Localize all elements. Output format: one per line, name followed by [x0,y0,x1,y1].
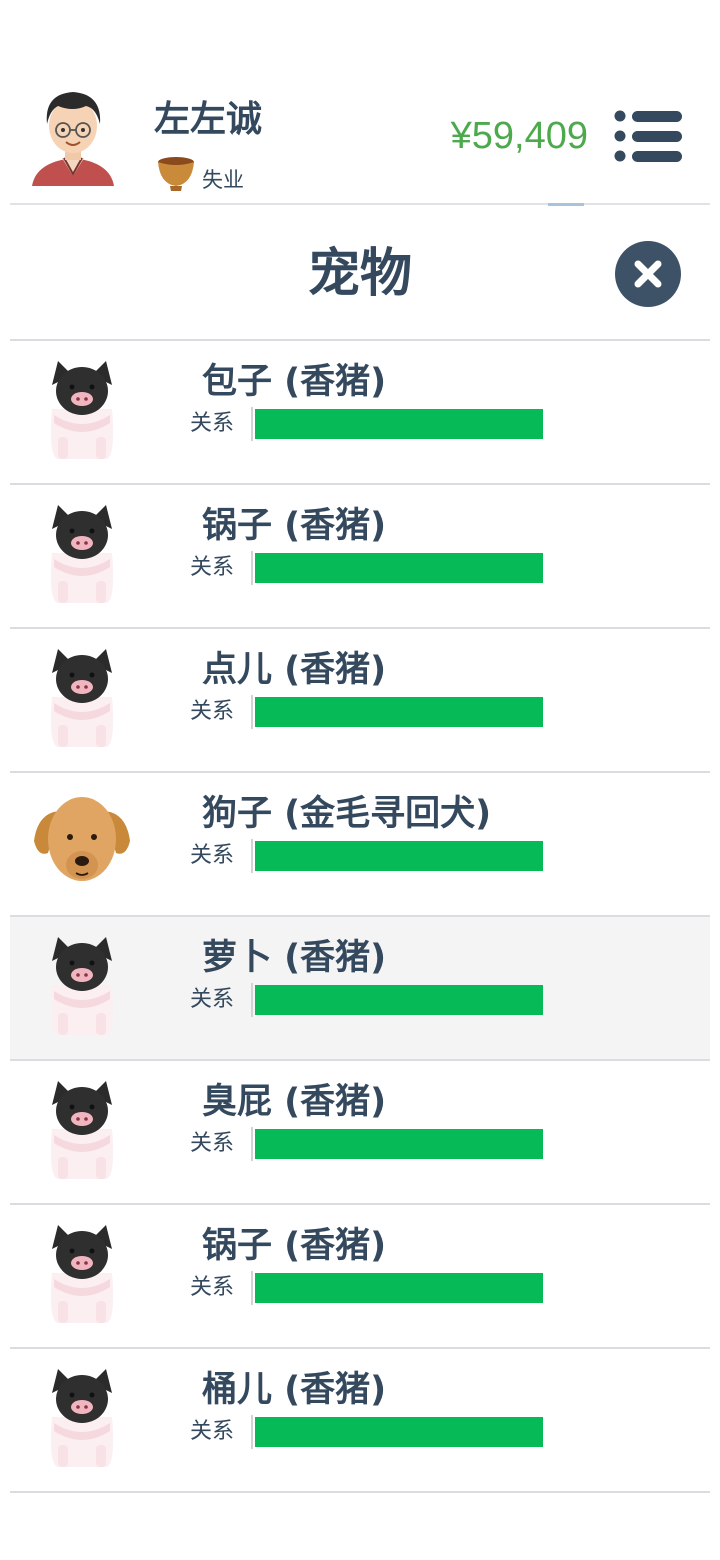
golden-retriever-icon [34,797,130,881]
pet-row[interactable]: 狗子 (金毛寻回犬) 关系 [10,773,710,917]
pet-row[interactable]: 臭屁 (香猪) 关系 [10,1061,710,1205]
relationship-bar-fill [255,409,543,439]
pig-icon [50,1081,114,1179]
relationship-bar [251,839,543,873]
relationship-bar [251,983,543,1017]
relationship-label: 关系 [190,843,235,868]
pet-name: 点儿 (香猪) [202,650,387,690]
money-balance: ¥59,409 [450,115,588,157]
relationship-bar-fill [255,553,543,583]
job-status: 失业 [202,168,244,192]
relationship-bar [251,1127,543,1161]
pet-row[interactable]: 锅子 (香猪) 关系 [10,485,710,629]
relationship-label: 关系 [190,987,235,1012]
relationship-label: 关系 [190,1275,235,1300]
relationship-bar [251,1271,543,1305]
relationship-bar [251,1415,543,1449]
pet-row[interactable]: 点儿 (香猪) 关系 [10,629,710,773]
relationship-bar [251,551,543,585]
player-avatar-icon[interactable] [28,86,118,190]
pet-name: 萝卜 (香猪) [202,938,387,978]
relationship-bar [251,407,543,441]
relationship-bar [251,695,543,729]
relationship-label: 关系 [190,555,235,580]
pet-row[interactable]: 桶儿 (香猪) 关系 [10,1349,710,1493]
pet-name: 桶儿 (香猪) [202,1370,387,1410]
pet-row[interactable]: 锅子 (香猪) 关系 [10,1205,710,1349]
pet-row[interactable]: 萝卜 (香猪) 关系 [10,917,710,1061]
pig-icon [50,361,114,459]
pig-icon [50,1369,114,1467]
relationship-bar-fill [255,697,543,727]
player-header: 左左诚 失业 ¥59,409 [0,0,720,204]
relationship-bar-fill [255,1417,543,1447]
pet-list: 包子 (香猪) 关系 锅子 (香猪) 关系 点儿 (香猪) 关系 狗子 (金毛寻… [10,341,710,1493]
pig-icon [50,505,114,603]
page-title: 宠物 [307,244,412,304]
pet-name: 臭屁 (香猪) [202,1082,387,1122]
close-icon[interactable] [614,240,682,308]
relationship-bar-fill [255,1129,543,1159]
menu-list-icon[interactable] [612,108,684,164]
pet-name: 狗子 (金毛寻回犬) [202,794,492,834]
relationship-bar-fill [255,841,543,871]
relationship-label: 关系 [190,1419,235,1444]
relationship-label: 关系 [190,1131,235,1156]
pet-name: 锅子 (香猪) [202,506,387,546]
title-bar: 宠物 [0,206,720,340]
relationship-bar-fill [255,1273,543,1303]
relationship-label: 关系 [190,411,235,436]
pig-icon [50,649,114,747]
bowl-icon [158,157,194,191]
pig-icon [50,937,114,1035]
relationship-bar-fill [255,985,543,1015]
pet-name: 锅子 (香猪) [202,1226,387,1266]
pet-name: 包子 (香猪) [202,362,387,402]
pig-icon [50,1225,114,1323]
pet-row[interactable]: 包子 (香猪) 关系 [10,341,710,485]
pets-screen: 左左诚 失业 ¥59,409 宠物 包子 (香猪) 关系 锅子 (香猪) 关系 … [0,0,720,1560]
relationship-label: 关系 [190,699,235,724]
header-divider [10,203,710,205]
player-name: 左左诚 [154,99,263,140]
